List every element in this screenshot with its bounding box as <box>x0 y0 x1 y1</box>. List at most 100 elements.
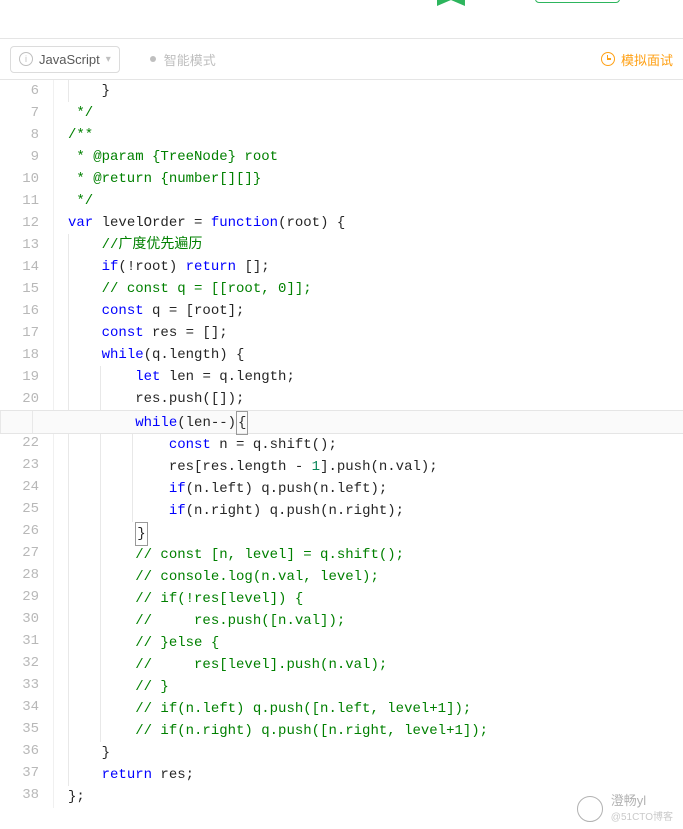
code-line[interactable]: return res; <box>68 764 683 786</box>
bookmark-ribbon-icon[interactable] <box>437 0 465 6</box>
line-number: 23 <box>0 454 39 476</box>
token: res = []; <box>144 325 228 341</box>
line-number: 38 <box>0 784 39 806</box>
token: * @return {number[][]} <box>68 171 261 187</box>
token: { <box>236 411 248 435</box>
token: if <box>169 481 186 497</box>
line-number: 20 <box>0 388 39 410</box>
token: */ <box>68 105 93 121</box>
code-line[interactable]: // }else { <box>68 632 683 654</box>
code-line[interactable]: const n = q.shift(); <box>68 434 683 456</box>
code-line[interactable]: if(n.right) q.push(n.right); <box>68 500 683 522</box>
indent-guide <box>68 632 69 654</box>
token: function <box>211 215 278 231</box>
token: return <box>186 259 236 275</box>
token: if <box>102 259 119 275</box>
watermark-icon <box>577 796 603 822</box>
code-line[interactable]: if(!root) return []; <box>68 256 683 278</box>
token: while <box>135 415 177 431</box>
code-line[interactable]: */ <box>68 102 683 124</box>
mode-indicator[interactable]: 智能模式 <box>150 50 216 69</box>
watermark-title: 澄畅yl <box>611 794 673 808</box>
code-line[interactable]: * @param {TreeNode} root <box>68 146 683 168</box>
indent-guide <box>68 588 69 610</box>
code-line[interactable]: */ <box>68 190 683 212</box>
indent-guide <box>100 478 101 500</box>
line-number: 13 <box>0 234 39 256</box>
code-line[interactable]: res.push([]); <box>68 388 683 410</box>
code-line[interactable]: // const q = [[root, 0]]; <box>68 278 683 300</box>
download-app-button[interactable]: 下载 App <box>535 0 620 3</box>
indent-guide <box>32 411 33 433</box>
token: []; <box>236 259 270 275</box>
indent-guide <box>68 698 69 720</box>
token: res[res.length - <box>169 459 312 475</box>
code-editor[interactable]: 6789101112131415161718192021222324252627… <box>0 80 683 808</box>
code-line[interactable]: let len = q.length; <box>68 366 683 388</box>
token: */ <box>68 193 93 209</box>
token: /** <box>68 127 93 143</box>
indent-guide <box>100 676 101 698</box>
code-line[interactable]: const q = [root]; <box>68 300 683 322</box>
token: res; <box>152 767 194 783</box>
code-line[interactable]: // const [n, level] = q.shift(); <box>68 544 683 566</box>
line-number: 9 <box>0 146 39 168</box>
indent-guide <box>132 456 133 478</box>
line-number: 12 <box>0 212 39 234</box>
token: // } <box>135 679 169 695</box>
indent-guide <box>100 434 101 456</box>
code-line[interactable]: while(q.length) { <box>68 344 683 366</box>
indent-guide <box>132 500 133 522</box>
token: // if(!res[level]) { <box>135 591 303 607</box>
code-line[interactable]: } <box>68 742 683 764</box>
code-line[interactable]: while(len--){ <box>0 410 683 434</box>
code-area[interactable]: } */ /** * @param {TreeNode} root * @retu… <box>54 80 683 808</box>
code-line[interactable]: res[res.length - 1].push(n.val); <box>68 456 683 478</box>
token: // res[level].push(n.val); <box>135 657 387 673</box>
token: len = q.length; <box>160 369 294 385</box>
line-number: 8 <box>0 124 39 146</box>
line-number: 7 <box>0 102 39 124</box>
token: (len--) <box>177 415 236 431</box>
line-number: 18 <box>0 344 39 366</box>
code-line[interactable]: // } <box>68 676 683 698</box>
token: //广度优先遍历 <box>102 237 203 253</box>
token: // console.log(n.val, level); <box>135 569 379 585</box>
indent-guide <box>68 654 69 676</box>
code-line[interactable]: const res = []; <box>68 322 683 344</box>
code-line[interactable]: * @return {number[][]} <box>68 168 683 190</box>
indent-guide <box>68 434 69 456</box>
indent-guide <box>100 366 101 388</box>
line-number: 35 <box>0 718 39 740</box>
code-line[interactable]: } <box>68 80 683 102</box>
code-line[interactable]: // res[level].push(n.val); <box>68 654 683 676</box>
code-line[interactable]: // if(n.right) q.push([n.right, level+1]… <box>68 720 683 742</box>
line-number: 25 <box>0 498 39 520</box>
indent-guide <box>68 344 69 366</box>
code-line[interactable]: if(n.left) q.push(n.left); <box>68 478 683 500</box>
code-line[interactable]: //广度优先遍历 <box>68 234 683 256</box>
code-line[interactable]: // if(!res[level]) { <box>68 588 683 610</box>
line-number: 6 <box>0 80 39 102</box>
line-number: 32 <box>0 652 39 674</box>
code-line[interactable]: /** <box>68 124 683 146</box>
token: var <box>68 215 93 231</box>
line-number: 31 <box>0 630 39 652</box>
indent-guide <box>100 610 101 632</box>
indent-guide <box>68 366 69 388</box>
code-line[interactable]: // if(n.left) q.push([n.left, level+1]); <box>68 698 683 720</box>
line-number: 24 <box>0 476 39 498</box>
indent-guide <box>0 411 1 433</box>
code-line[interactable]: // console.log(n.val, level); <box>68 566 683 588</box>
indent-guide <box>68 388 69 410</box>
indent-guide <box>68 256 69 278</box>
indent-guide <box>68 720 69 742</box>
language-select[interactable]: i JavaScript ▾ <box>10 46 120 73</box>
code-line[interactable]: } <box>68 522 683 544</box>
line-number: 33 <box>0 674 39 696</box>
code-line[interactable]: // res.push([n.val]); <box>68 610 683 632</box>
token: 1 <box>312 459 320 475</box>
mock-interview-button[interactable]: 模拟面试 <box>601 50 673 69</box>
code-line[interactable]: var levelOrder = function(root) { <box>68 212 683 234</box>
indent-guide <box>100 720 101 742</box>
